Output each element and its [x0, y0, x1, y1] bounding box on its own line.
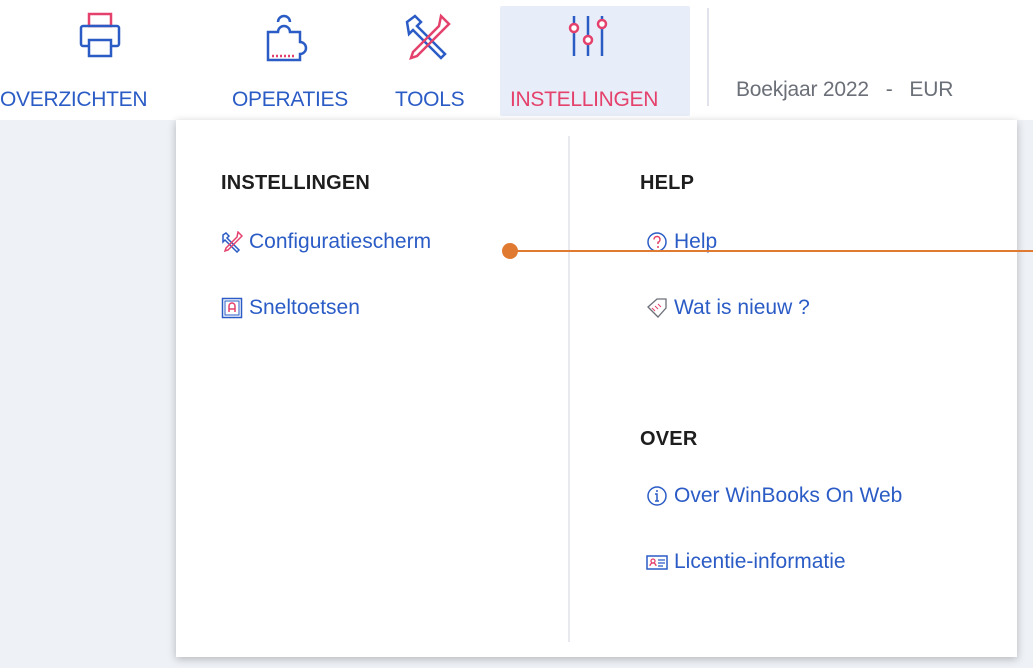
section-title-instellingen: INSTELLINGEN	[221, 172, 371, 194]
section-title-help: HELP	[640, 172, 695, 194]
column-divider	[568, 136, 570, 642]
nav-tools[interactable]: TOOLS	[385, 6, 485, 116]
menu-item-label: Wat is nieuw ?	[674, 296, 810, 319]
menu-item-wat-is-nieuw[interactable]: Wat is nieuw ?	[646, 296, 810, 320]
menu-item-label: Sneltoetsen	[249, 296, 360, 319]
menu-item-label: Over WinBooks On Web	[674, 484, 903, 507]
fiscal-year-label: Boekjaar 2022 - EUR	[736, 78, 954, 101]
nav-label: OPERATIES	[232, 88, 348, 111]
license-card-icon	[646, 551, 668, 573]
menu-item-configuratiescherm[interactable]: Configuratiescherm	[221, 230, 431, 254]
menu-item-over-winbooks[interactable]: Over WinBooks On Web	[646, 484, 902, 508]
menu-item-label: Configuratiescherm	[249, 230, 432, 253]
new-tag-icon	[646, 297, 668, 319]
menu-item-licentie-informatie[interactable]: Licentie-informatie	[646, 550, 846, 574]
instellingen-dropdown-panel: INSTELLINGEN Configuratiescherm Sneltoet…	[176, 120, 1017, 657]
nav-label: TOOLS	[395, 88, 465, 111]
tools-icon	[221, 230, 244, 254]
menu-item-sneltoetsen[interactable]: Sneltoetsen	[221, 296, 360, 320]
nav-divider	[707, 8, 709, 106]
top-navigation-bar: OVERZICHTEN OPERATIES TOOLS INSTELLINGEN…	[0, 0, 1033, 120]
nav-instellingen[interactable]: INSTELLINGEN	[500, 6, 690, 116]
printer-icon	[78, 12, 122, 65]
puzzle-icon	[262, 12, 310, 67]
nav-label: OVERZICHTEN	[0, 88, 148, 111]
info-circle-icon	[646, 485, 668, 507]
nav-label: INSTELLINGEN	[510, 88, 659, 111]
nav-operaties[interactable]: OPERATIES	[212, 6, 372, 116]
tools-icon	[401, 12, 453, 69]
keyboard-key-icon	[221, 297, 243, 319]
sliders-icon	[566, 12, 610, 67]
nav-overzichten[interactable]: OVERZICHTEN	[0, 6, 200, 116]
section-title-over: OVER	[640, 428, 698, 450]
annotation-pointer-line	[510, 250, 1033, 252]
menu-item-label: Licentie-informatie	[674, 550, 846, 573]
annotation-pointer-dot	[502, 243, 518, 259]
